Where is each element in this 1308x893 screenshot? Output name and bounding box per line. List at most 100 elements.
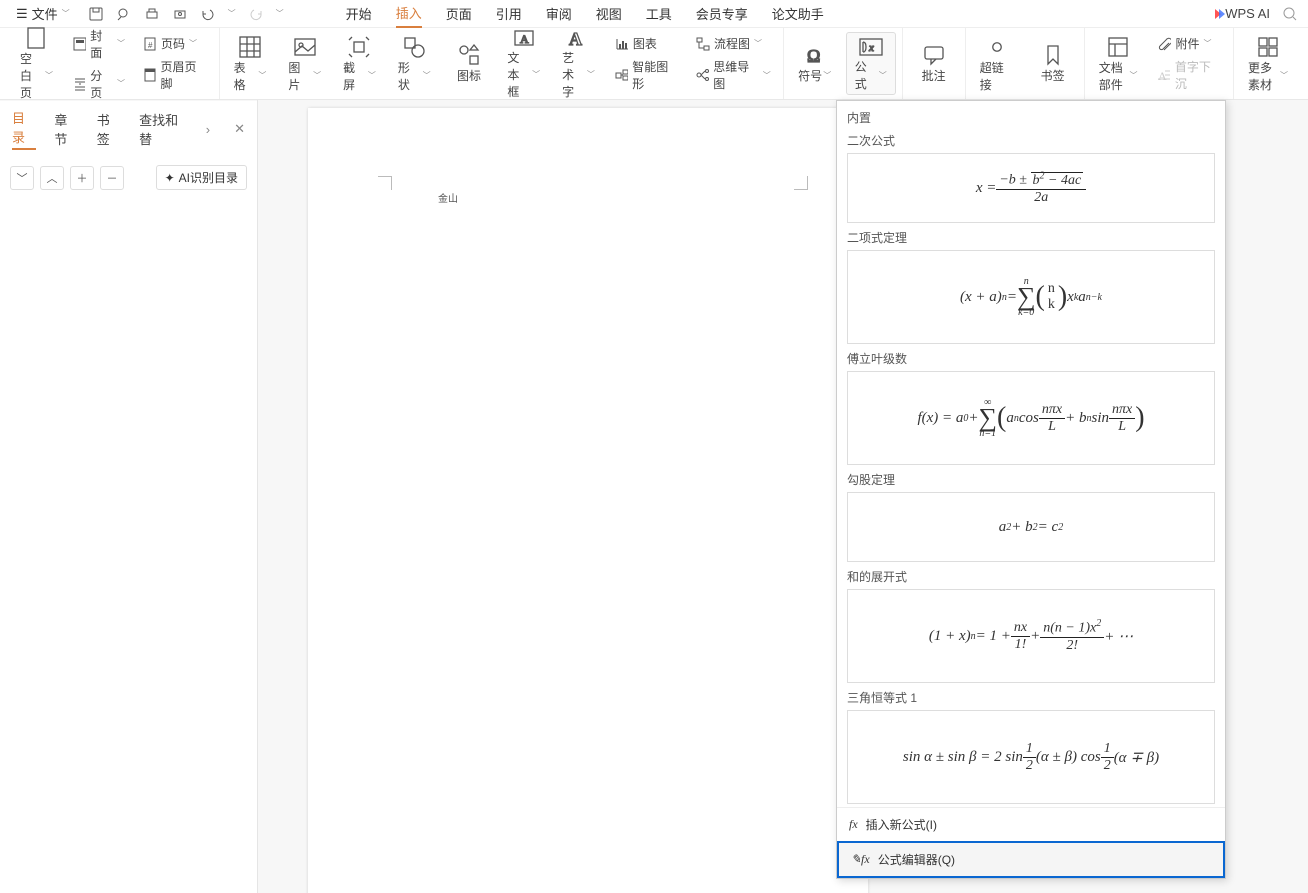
formula-button[interactable]: x公式﹀: [846, 32, 896, 95]
formula-item-label: 和的展开式: [847, 568, 1215, 585]
formula-item-label: 二次公式: [847, 132, 1215, 149]
tab-start[interactable]: 开始: [346, 0, 372, 27]
margin-marker-icon: [794, 176, 808, 190]
picture-button[interactable]: 图片﹀: [280, 32, 329, 95]
chart-label: 图表: [633, 35, 657, 52]
sidebar-tabs: 目录 章节 书签 查找和替 › ✕: [0, 100, 257, 159]
formula-fourier[interactable]: f(x) = a0 + ∞∑n=1 (an cosnπxL + bn sinnπ…: [847, 371, 1215, 465]
flowchart-button[interactable]: 流程图﹀: [690, 33, 777, 54]
formula-label: 公式: [855, 58, 878, 92]
save-icon[interactable]: [88, 6, 104, 22]
svg-text:Ω: Ω: [807, 46, 820, 66]
chevron-down-icon: ﹀: [62, 8, 70, 19]
sidebar-tab-find[interactable]: 查找和替: [139, 110, 188, 148]
sidebar-tab-chapter[interactable]: 章节: [54, 110, 78, 148]
add-button[interactable]: ＋: [70, 166, 94, 190]
insert-new-formula-item[interactable]: fx 插入新公式(I): [837, 808, 1225, 841]
ribbon-insert: 空白页﹀ 封面﹀ 分页﹀ #页码﹀ 页眉页脚 表格﹀ 图片﹀ 截屏﹀ 形状﹀ 图…: [0, 28, 1308, 100]
chevron-right-icon[interactable]: ›: [206, 122, 210, 137]
formula-trig-1[interactable]: sin α ± sin β = 2 sin12(α ± β) cos12(α ∓…: [847, 710, 1215, 804]
formula-list-scroll[interactable]: 内置 二次公式 x = −b ± b2 − 4ac2a 二项式定理 (x + a…: [837, 101, 1225, 807]
cover-button[interactable]: 封面﹀: [67, 25, 131, 63]
textbox-button[interactable]: A文本框﹀: [499, 32, 548, 95]
remove-button[interactable]: －: [100, 166, 124, 190]
file-menu[interactable]: ☰ 文件 ﹀: [10, 2, 76, 25]
formula-quadratic[interactable]: x = −b ± b2 − 4ac2a: [847, 153, 1215, 223]
insert-new-formula-label: 插入新公式(I): [866, 816, 937, 833]
formula-item-label: 三角恒等式 1: [847, 689, 1215, 706]
close-icon[interactable]: ✕: [234, 121, 245, 137]
page-number-label: 页码: [161, 35, 185, 52]
blank-page-button[interactable]: 空白页﹀: [12, 32, 61, 95]
sidebar-tab-bookmark[interactable]: 书签: [97, 110, 121, 148]
section-label: 分页: [90, 67, 113, 101]
redo-icon[interactable]: [248, 6, 264, 22]
svg-text:x: x: [868, 42, 874, 54]
attachment-label: 附件: [1175, 35, 1199, 52]
more-materials-label: 更多素材: [1248, 59, 1279, 93]
mindmap-button[interactable]: 思维导图﹀: [690, 56, 777, 94]
doc-parts-button[interactable]: 文档部件﹀: [1091, 32, 1146, 95]
top-menu-bar: ☰ 文件 ﹀ ﹀ ﹀ 开始 插入 页面 引用 审阅 视图 工具 会员专享 论文助…: [0, 0, 1308, 28]
drop-cap-label: 首字下沉: [1175, 58, 1221, 92]
tab-insert[interactable]: 插入: [396, 0, 422, 28]
formula-fx-icon: fx: [849, 817, 858, 832]
undo-dropdown-icon[interactable]: ﹀: [228, 8, 236, 19]
attachment-button[interactable]: 附件﹀: [1151, 33, 1227, 54]
hyperlink-label: 超链接: [980, 59, 1014, 93]
tab-page[interactable]: 页面: [446, 0, 472, 27]
svg-text:A: A: [569, 29, 582, 49]
mindmap-label: 思维导图: [713, 58, 758, 92]
search-icon[interactable]: [1282, 6, 1298, 22]
hyperlink-button[interactable]: 超链接: [972, 32, 1022, 95]
print-preview-icon[interactable]: [116, 6, 132, 22]
shape-button[interactable]: 形状﹀: [390, 32, 439, 95]
blank-page-label: 空白页: [20, 50, 44, 101]
flowchart-label: 流程图: [714, 35, 750, 52]
print-icon[interactable]: [144, 6, 160, 22]
undo-icon[interactable]: [200, 6, 216, 22]
table-label: 表格: [234, 59, 258, 93]
smart-graphic-button[interactable]: 智能图形: [609, 56, 684, 94]
tab-review[interactable]: 审阅: [546, 0, 572, 27]
icon-button[interactable]: 图标: [445, 32, 494, 95]
screenshot-button[interactable]: 截屏﹀: [335, 32, 384, 95]
symbol-button[interactable]: Ω符号﹀: [790, 32, 840, 95]
formula-binomial[interactable]: (x + a)n = n∑k=0 (nk) xkan−k: [847, 250, 1215, 344]
ai-recognize-toc-button[interactable]: ✦ AI识别目录: [156, 165, 247, 190]
wordart-button[interactable]: A艺术字﹀: [554, 32, 603, 95]
svg-text:A: A: [520, 32, 529, 46]
formula-editor-item[interactable]: ✎fx 公式编辑器(Q): [837, 841, 1225, 878]
document-page[interactable]: 金山: [308, 108, 868, 893]
ribbon-tabs: 开始 插入 页面 引用 审阅 视图 工具 会员专享 论文助手: [306, 0, 824, 28]
tab-tools[interactable]: 工具: [646, 0, 672, 27]
comment-button[interactable]: 批注: [909, 32, 959, 95]
print-direct-icon[interactable]: [172, 6, 188, 22]
header-footer-label: 页眉页脚: [160, 58, 206, 92]
doc-parts-label: 文档部件: [1099, 59, 1129, 93]
header-footer-button[interactable]: 页眉页脚: [137, 56, 213, 94]
section-button[interactable]: 分页﹀: [67, 65, 131, 103]
tab-member[interactable]: 会员专享: [696, 0, 748, 27]
formula-pythagoras[interactable]: a2 + b2 = c2: [847, 492, 1215, 562]
chart-button[interactable]: 图表: [609, 33, 684, 54]
page-number-button[interactable]: #页码﹀: [137, 33, 213, 54]
more-quick-icon[interactable]: ﹀: [276, 8, 284, 19]
bookmark-button[interactable]: 书签: [1028, 32, 1078, 95]
wps-ai-label: WPS AI: [1225, 6, 1270, 21]
tab-paper[interactable]: 论文助手: [772, 0, 824, 27]
sidebar-tab-toc[interactable]: 目录: [12, 108, 36, 150]
tab-view[interactable]: 视图: [596, 0, 622, 27]
formula-section-builtin: 内置: [847, 109, 1215, 126]
tab-reference[interactable]: 引用: [496, 0, 522, 27]
file-menu-label: 文件: [32, 4, 58, 23]
table-button[interactable]: 表格﹀: [226, 32, 275, 95]
drop-cap-button[interactable]: A首字下沉: [1151, 56, 1227, 94]
more-materials-button[interactable]: 更多素材﹀: [1240, 32, 1296, 95]
wps-ai-button[interactable]: WPS AI: [1215, 6, 1270, 21]
collapse-up-button[interactable]: ︿: [40, 166, 64, 190]
icon-label: 图标: [457, 67, 481, 84]
expand-down-button[interactable]: ﹀: [10, 166, 34, 190]
formula-expansion[interactable]: (1 + x)n = 1 + nx1! + n(n − 1)x22! + ⋯: [847, 589, 1215, 683]
quick-access-toolbar: ﹀ ﹀: [80, 6, 292, 22]
